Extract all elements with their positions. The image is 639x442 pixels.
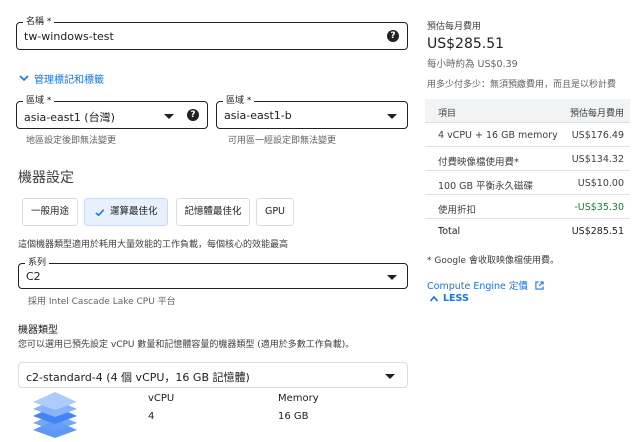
tab-memory-optimized[interactable]: 記憶體最佳化 — [176, 198, 250, 226]
table-row: 使用折扣 -US$35.30 — [425, 195, 630, 219]
series-select[interactable]: 系列 C2 — [18, 257, 408, 289]
zone-value: asia-east1-b — [224, 109, 292, 122]
dropdown-caret-icon — [387, 114, 397, 119]
memory-value: 16 GB — [278, 411, 309, 422]
open-in-new-icon — [535, 281, 544, 290]
machine-config-title: 機器設定 — [18, 170, 74, 186]
monthly-total: US$285.51 — [427, 36, 505, 52]
machine-type-description: 您可以選用已預先設定 vCPU 數量和記憶體容量的機器類型 (適用於多數工作負載… — [18, 340, 355, 350]
dropdown-caret-icon — [387, 275, 397, 280]
cost-item: 使用折扣 — [438, 205, 477, 216]
region-value: asia-east1 (台灣) — [24, 111, 115, 124]
zone-label: 區域 * — [223, 95, 255, 107]
dropdown-caret-icon — [385, 374, 395, 379]
table-row: 100 GB 平衡永久磁碟 US$10.00 — [425, 171, 630, 195]
billing-note: 用多少付多少：無須預繳費用，而且是以秒計費 — [427, 80, 617, 90]
tab-compute-optimized[interactable]: 運算最佳化 — [84, 198, 168, 226]
table-row: 付費映像檔使用費* US$134.32 — [425, 147, 630, 171]
cost-value: US$10.00 — [577, 178, 624, 189]
name-field-value: tw-windows-test — [24, 30, 114, 43]
chevron-down-icon — [19, 75, 29, 82]
region-hint: 地區設定後即無法變更 — [26, 136, 117, 146]
tab-general-purpose[interactable]: 一般用途 — [22, 198, 78, 226]
series-hint: 採用 Intel Cascade Lake CPU 平台 — [28, 297, 176, 307]
machine-layers-icon — [33, 392, 77, 438]
machine-family-description: 這個機器類型適用於耗用大量效能的工作負載，每個核心的效能最高 — [18, 240, 289, 250]
cost-header-item: 項目 — [438, 109, 457, 119]
region-select[interactable]: 區域 * asia-east1 (台灣) ? — [16, 95, 208, 129]
help-icon[interactable]: ? — [387, 30, 399, 42]
less-label: LESS — [443, 293, 469, 304]
zone-select[interactable]: 區域 * asia-east1-b — [216, 95, 408, 129]
cost-value: US$134.32 — [571, 154, 624, 165]
region-label: 區域 * — [23, 95, 55, 107]
manage-tags-label: 管理標記和標籤 — [34, 75, 104, 86]
cost-value: US$285.51 — [571, 226, 624, 237]
cost-value: US$176.49 — [571, 130, 624, 141]
dropdown-caret-icon — [164, 114, 174, 119]
machine-type-value: c2-standard-4 (4 個 vCPU，16 GB 記憶體) — [26, 371, 250, 384]
memory-label: Memory — [278, 393, 319, 404]
machine-type-title: 機器類型 — [18, 325, 58, 336]
help-icon[interactable]: ? — [187, 109, 199, 121]
cost-item: 付費映像檔使用費* — [438, 157, 519, 168]
compute-engine-pricing-label: Compute Engine 定價 — [427, 281, 528, 292]
cost-item: 4 vCPU + 16 GB memory — [438, 130, 558, 141]
pricing-footnote: * Google 會收取映像檔使用費。 — [427, 256, 559, 266]
tab-compute-optimized-label: 運算最佳化 — [110, 206, 158, 217]
table-row-total: Total US$285.51 — [425, 219, 630, 243]
cost-item: 100 GB 平衡永久磁碟 — [438, 181, 534, 192]
series-label: 系列 — [25, 257, 50, 269]
name-field-label: 名稱 * — [23, 16, 55, 28]
series-value: C2 — [26, 270, 41, 283]
cost-header-cost: 預估每月費用 — [569, 109, 624, 119]
vcpu-label: vCPU — [148, 393, 175, 404]
hourly-estimate: 每小時約為 US$0.39 — [427, 59, 518, 70]
table-row: 4 vCPU + 16 GB memory US$176.49 — [425, 123, 630, 147]
check-icon — [95, 209, 105, 217]
tab-gpu[interactable]: GPU — [256, 198, 294, 226]
cost-table-header: 項目 預估每月費用 — [425, 99, 630, 123]
compute-engine-pricing-link[interactable]: Compute Engine 定價 — [427, 274, 544, 292]
zone-hint: 可用區一經設定即無法變更 — [228, 136, 337, 146]
monthly-estimate-label: 預估每月費用 — [427, 22, 482, 32]
discount-value: -US$35.30 — [574, 202, 624, 213]
machine-type-select[interactable]: c2-standard-4 (4 個 vCPU，16 GB 記憶體) — [18, 362, 408, 388]
vcpu-value: 4 — [148, 411, 155, 422]
chevron-up-icon — [429, 295, 439, 302]
name-field[interactable]: 名稱 * tw-windows-test ? — [16, 16, 408, 50]
cost-item: Total — [438, 226, 461, 237]
